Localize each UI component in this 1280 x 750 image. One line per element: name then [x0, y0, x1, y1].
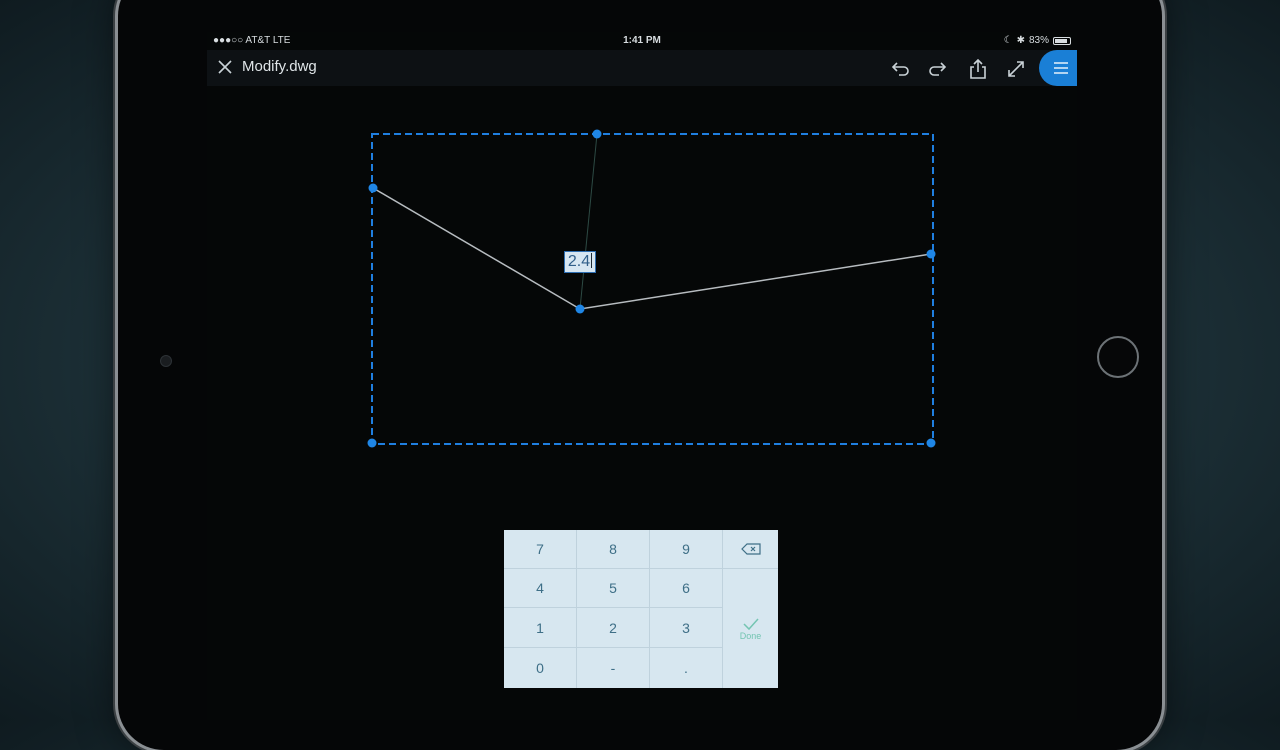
key-7[interactable]: 7 — [504, 530, 577, 569]
done-label: Done — [739, 630, 762, 641]
numeric-keypad: 7 8 9 4 5 6 1 2 3 0 - . Done — [504, 530, 778, 688]
grip-point[interactable] — [926, 438, 936, 448]
done-button[interactable]: Done — [723, 569, 778, 688]
home-button[interactable] — [1097, 336, 1139, 378]
key-3[interactable]: 3 — [650, 608, 723, 648]
grip-point[interactable] — [926, 249, 936, 259]
key-minus[interactable]: - — [577, 648, 650, 688]
polyline-geometry[interactable] — [372, 187, 932, 310]
text-cursor — [591, 253, 593, 268]
dimension-value: 2.4 — [567, 253, 591, 270]
grip-point[interactable] — [575, 304, 585, 314]
key-2[interactable]: 2 — [577, 608, 650, 648]
backspace-icon — [740, 543, 761, 555]
key-decimal[interactable]: . — [650, 648, 723, 688]
key-0[interactable]: 0 — [504, 648, 577, 688]
front-camera — [160, 355, 172, 367]
dimension-input[interactable]: 2.4 — [564, 251, 596, 273]
grip-point[interactable] — [592, 129, 602, 139]
key-9[interactable]: 9 — [650, 530, 723, 569]
grip-point[interactable] — [367, 438, 377, 448]
key-8[interactable]: 8 — [577, 530, 650, 569]
grip-point[interactable] — [368, 183, 378, 193]
checkmark-icon — [742, 617, 759, 630]
key-5[interactable]: 5 — [577, 569, 650, 608]
selection-rectangle — [371, 133, 934, 445]
key-1[interactable]: 1 — [504, 608, 577, 648]
key-6[interactable]: 6 — [650, 569, 723, 608]
app-screen: ●●●○○ AT&T LTE 1:41 PM ☾ ✱ 83% Modify.dw… — [207, 32, 1077, 720]
key-4[interactable]: 4 — [504, 569, 577, 608]
backspace-key[interactable] — [723, 530, 778, 569]
dimension-guide-line — [579, 133, 598, 310]
